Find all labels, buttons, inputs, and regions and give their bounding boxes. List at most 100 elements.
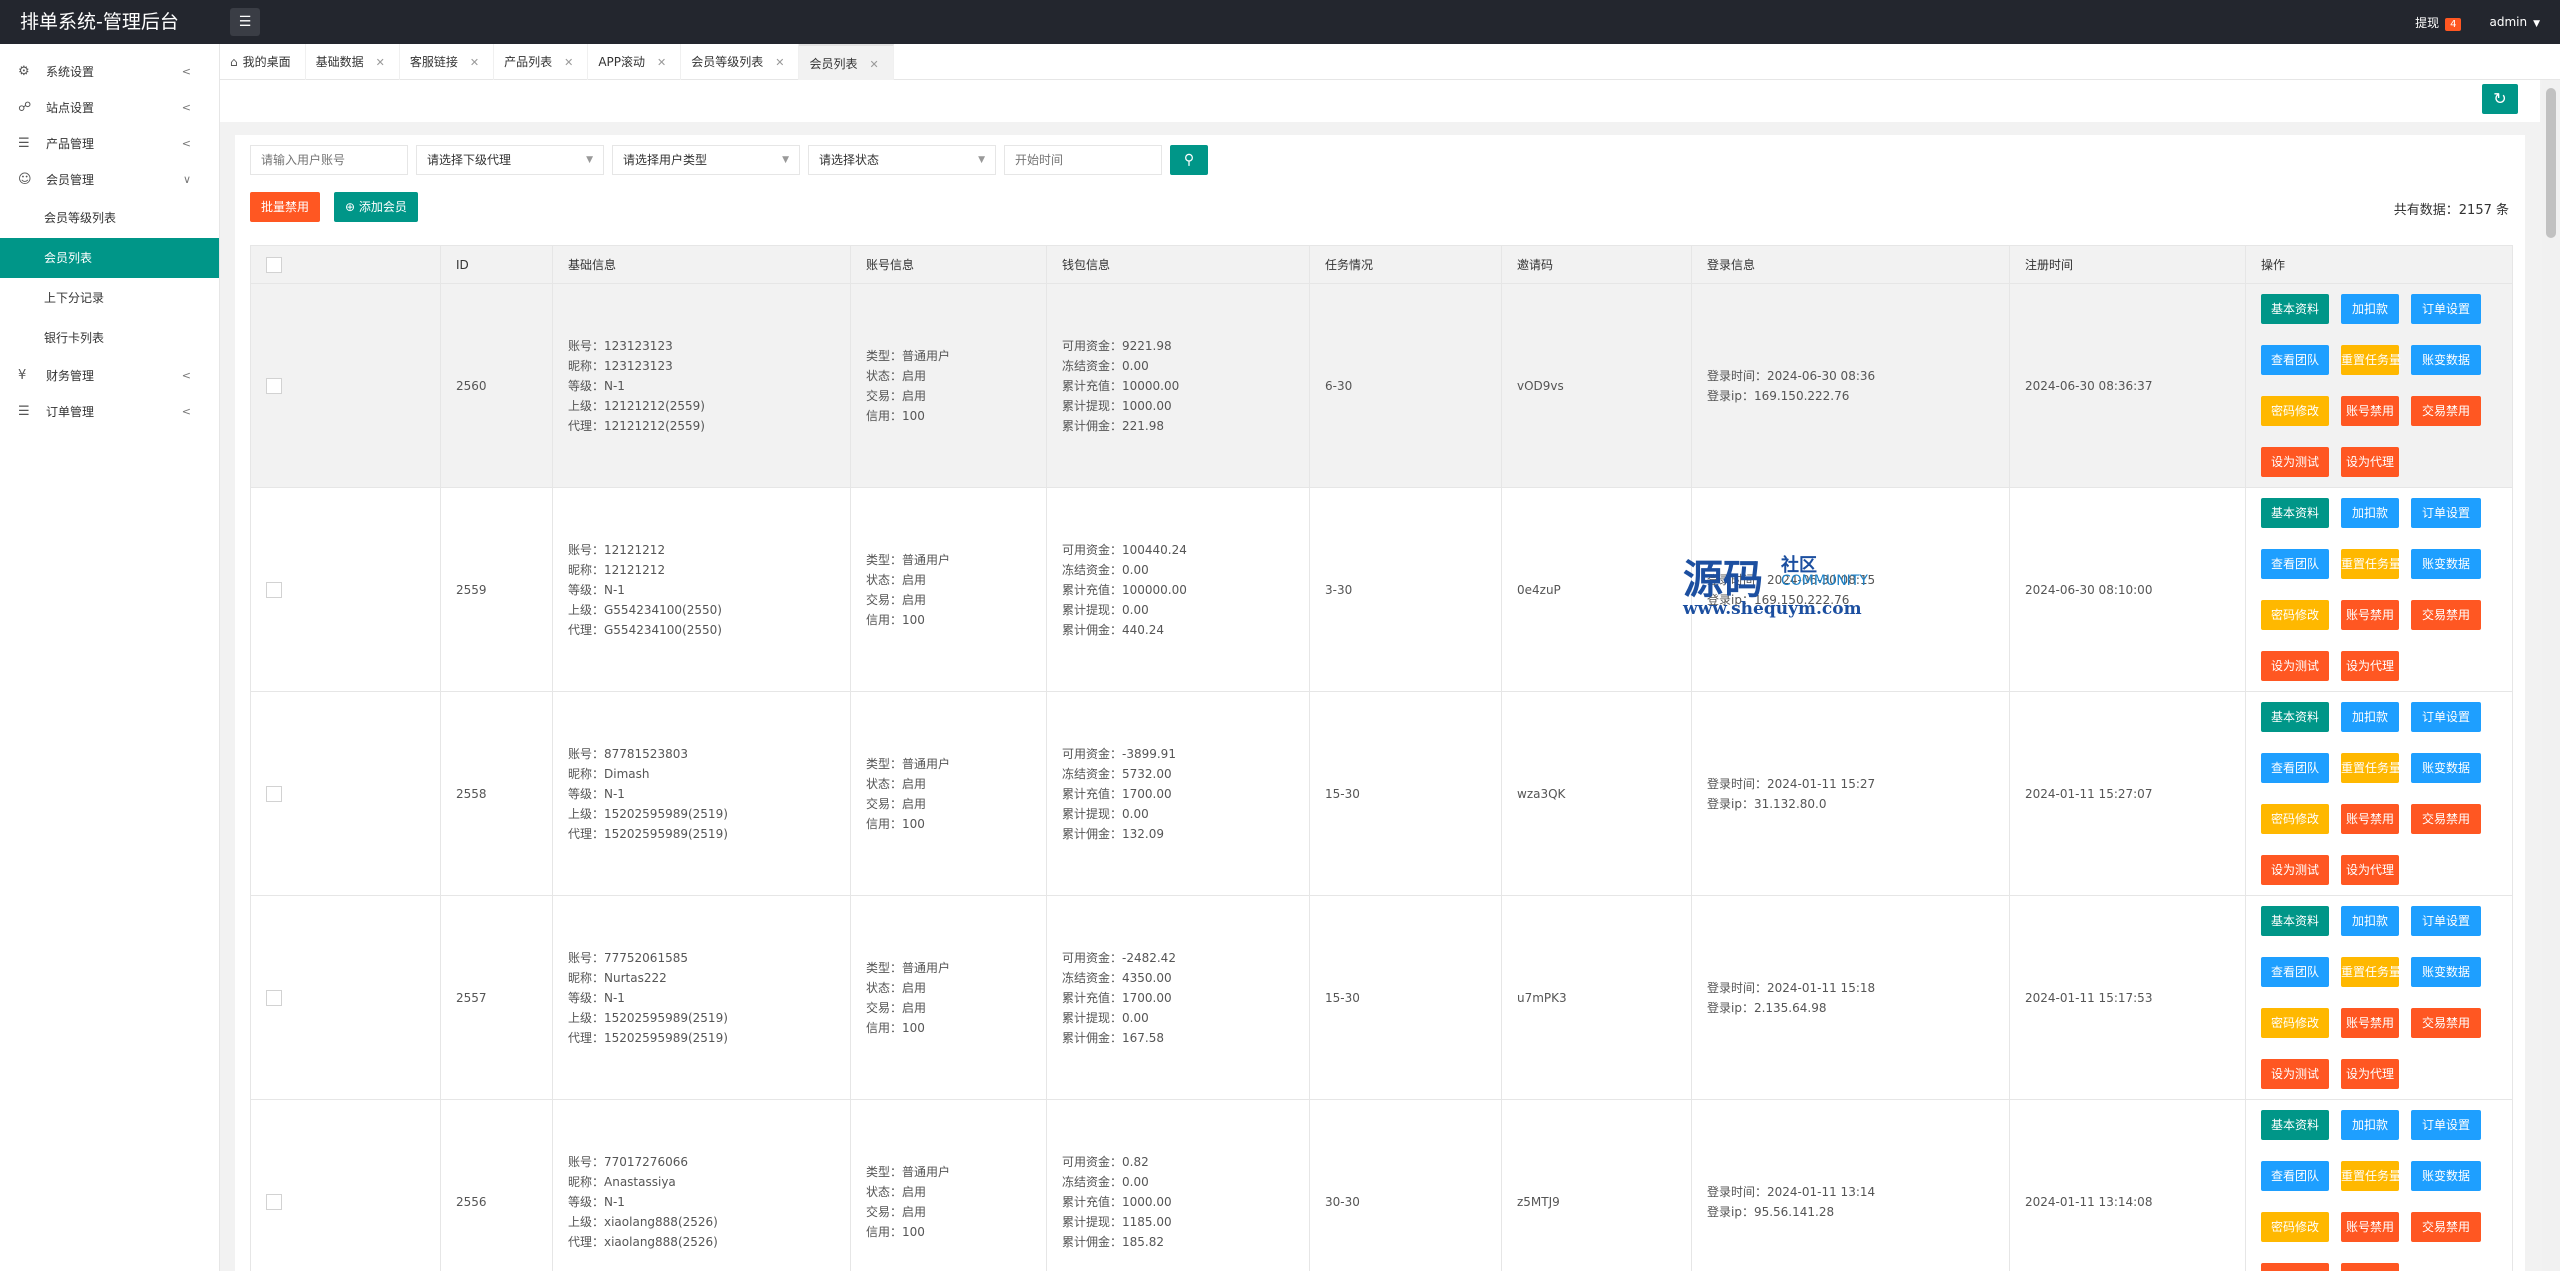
close-icon[interactable]: ✕	[870, 58, 879, 71]
order-settings-button[interactable]: 订单设置	[2411, 906, 2481, 936]
balance-change-button[interactable]: 账变数据	[2411, 549, 2481, 579]
basic-profile-button[interactable]: 基本资料	[2261, 294, 2329, 324]
reset-tasks-button[interactable]: 重置任务量	[2341, 345, 2401, 375]
set-agent-button[interactable]: 设为代理	[2341, 447, 2399, 477]
balance-change-button[interactable]: 账变数据	[2411, 753, 2481, 783]
set-agent-button[interactable]: 设为代理	[2341, 855, 2399, 885]
set-test-button[interactable]: 设为测试	[2261, 1263, 2329, 1271]
close-icon[interactable]: ✕	[470, 56, 479, 69]
balance-change-button[interactable]: 账变数据	[2411, 1161, 2481, 1191]
account-search-input[interactable]	[250, 145, 408, 175]
add-member-button[interactable]: ⊕ 添加会员	[334, 192, 418, 222]
user-menu[interactable]: admin ▼	[2489, 15, 2540, 29]
sidebar-sub-member-level[interactable]: 会员等级列表	[0, 198, 219, 238]
withdraw-link[interactable]: 提现 4	[2415, 14, 2462, 31]
select-all-checkbox[interactable]	[266, 256, 282, 273]
row-checkbox[interactable]	[266, 989, 282, 1006]
status-select[interactable]: 请选择状态 ▼	[808, 145, 996, 175]
disable-account-button[interactable]: 账号禁用	[2341, 1008, 2399, 1038]
sidebar-item-system[interactable]: ⚙ 系统设置 <	[0, 54, 219, 90]
disable-account-button[interactable]: 账号禁用	[2341, 1212, 2399, 1242]
close-icon[interactable]: ✕	[376, 56, 385, 69]
balance-change-button[interactable]: 账变数据	[2411, 957, 2481, 987]
row-checkbox[interactable]	[266, 581, 282, 598]
disable-account-button[interactable]: 账号禁用	[2341, 396, 2399, 426]
user-type-select[interactable]: 请选择用户类型 ▼	[612, 145, 800, 175]
disable-trade-button[interactable]: 交易禁用	[2411, 1008, 2481, 1038]
set-test-button[interactable]: 设为测试	[2261, 855, 2329, 885]
reset-tasks-button[interactable]: 重置任务量	[2341, 1161, 2401, 1191]
adjust-balance-button[interactable]: 加扣款	[2341, 1110, 2399, 1140]
change-password-button[interactable]: 密码修改	[2261, 1008, 2329, 1038]
basic-profile-button[interactable]: 基本资料	[2261, 1110, 2329, 1140]
balance-change-button[interactable]: 账变数据	[2411, 345, 2481, 375]
tab-service-link[interactable]: 客服链接 ✕	[400, 44, 495, 80]
set-agent-button[interactable]: 设为代理	[2341, 1059, 2399, 1089]
order-settings-button[interactable]: 订单设置	[2411, 702, 2481, 732]
menu-toggle-button[interactable]: ☰	[230, 8, 260, 36]
sidebar-sub-score-log[interactable]: 上下分记录	[0, 278, 219, 318]
row-checkbox[interactable]	[266, 785, 282, 802]
search-button[interactable]: ⚲	[1170, 145, 1208, 175]
page-scrollbar[interactable]	[2542, 80, 2560, 1271]
change-password-button[interactable]: 密码修改	[2261, 1212, 2329, 1242]
start-time-input[interactable]	[1004, 145, 1162, 175]
adjust-balance-button[interactable]: 加扣款	[2341, 498, 2399, 528]
agent-select[interactable]: 请选择下级代理 ▼	[416, 145, 604, 175]
disable-account-button[interactable]: 账号禁用	[2341, 600, 2399, 630]
sidebar-item-finance[interactable]: ¥ 财务管理 <	[0, 358, 219, 394]
sidebar-item-member[interactable]: ☺ 会员管理 ∨	[0, 162, 219, 198]
batch-disable-button[interactable]: 批量禁用	[250, 192, 321, 222]
disable-trade-button[interactable]: 交易禁用	[2411, 396, 2481, 426]
sidebar-item-product[interactable]: ☰ 产品管理 <	[0, 126, 219, 162]
adjust-balance-button[interactable]: 加扣款	[2341, 702, 2399, 732]
reset-tasks-button[interactable]: 重置任务量	[2341, 753, 2401, 783]
change-password-button[interactable]: 密码修改	[2261, 804, 2329, 834]
set-test-button[interactable]: 设为测试	[2261, 447, 2329, 477]
row-checkbox[interactable]	[266, 1193, 282, 1210]
view-team-button[interactable]: 查看团队	[2261, 753, 2329, 783]
adjust-balance-button[interactable]: 加扣款	[2341, 294, 2399, 324]
order-settings-button[interactable]: 订单设置	[2411, 294, 2481, 324]
view-team-button[interactable]: 查看团队	[2261, 957, 2329, 987]
reset-tasks-button[interactable]: 重置任务量	[2341, 957, 2401, 987]
refresh-button[interactable]: ↻	[2482, 84, 2518, 114]
tab-basic-data[interactable]: 基础数据 ✕	[306, 44, 400, 80]
scrollbar-thumb[interactable]	[2546, 88, 2556, 238]
basic-info-line: 昵称：123123123	[568, 358, 673, 373]
sidebar-sub-member-list[interactable]: 会员列表	[0, 238, 219, 278]
set-test-button[interactable]: 设为测试	[2261, 1059, 2329, 1089]
close-icon[interactable]: ✕	[657, 56, 666, 69]
basic-profile-button[interactable]: 基本资料	[2261, 498, 2329, 528]
order-settings-button[interactable]: 订单设置	[2411, 498, 2481, 528]
tab-member-level[interactable]: 会员等级列表 ✕	[681, 44, 800, 80]
basic-profile-button[interactable]: 基本资料	[2261, 702, 2329, 732]
disable-trade-button[interactable]: 交易禁用	[2411, 1212, 2481, 1242]
set-agent-button[interactable]: 设为代理	[2341, 651, 2399, 681]
tab-member-list[interactable]: 会员列表 ✕	[799, 44, 894, 80]
adjust-balance-button[interactable]: 加扣款	[2341, 906, 2399, 936]
change-password-button[interactable]: 密码修改	[2261, 600, 2329, 630]
close-icon[interactable]: ✕	[775, 56, 784, 69]
view-team-button[interactable]: 查看团队	[2261, 549, 2329, 579]
change-password-button[interactable]: 密码修改	[2261, 396, 2329, 426]
sidebar-sub-bank-card[interactable]: 银行卡列表	[0, 318, 219, 358]
sidebar-item-site[interactable]: ☍ 站点设置 <	[0, 90, 219, 126]
disable-trade-button[interactable]: 交易禁用	[2411, 804, 2481, 834]
sidebar-item-order[interactable]: ☰ 订单管理 <	[0, 394, 219, 430]
close-icon[interactable]: ✕	[564, 56, 573, 69]
disable-trade-button[interactable]: 交易禁用	[2411, 600, 2481, 630]
set-agent-button[interactable]: 设为代理	[2341, 1263, 2399, 1271]
order-settings-button[interactable]: 订单设置	[2411, 1110, 2481, 1140]
tab-product-list[interactable]: 产品列表 ✕	[494, 44, 589, 80]
reset-tasks-button[interactable]: 重置任务量	[2341, 549, 2401, 579]
basic-profile-button[interactable]: 基本资料	[2261, 906, 2329, 936]
view-team-button[interactable]: 查看团队	[2261, 1161, 2329, 1191]
view-team-button[interactable]: 查看团队	[2261, 345, 2329, 375]
disable-account-button[interactable]: 账号禁用	[2341, 804, 2399, 834]
money-icon: ¥	[18, 368, 27, 383]
tab-desktop[interactable]: ⌂ 我的桌面	[220, 44, 306, 80]
set-test-button[interactable]: 设为测试	[2261, 651, 2329, 681]
row-checkbox[interactable]	[266, 377, 282, 394]
tab-app-scroll[interactable]: APP滚动 ✕	[588, 44, 682, 80]
